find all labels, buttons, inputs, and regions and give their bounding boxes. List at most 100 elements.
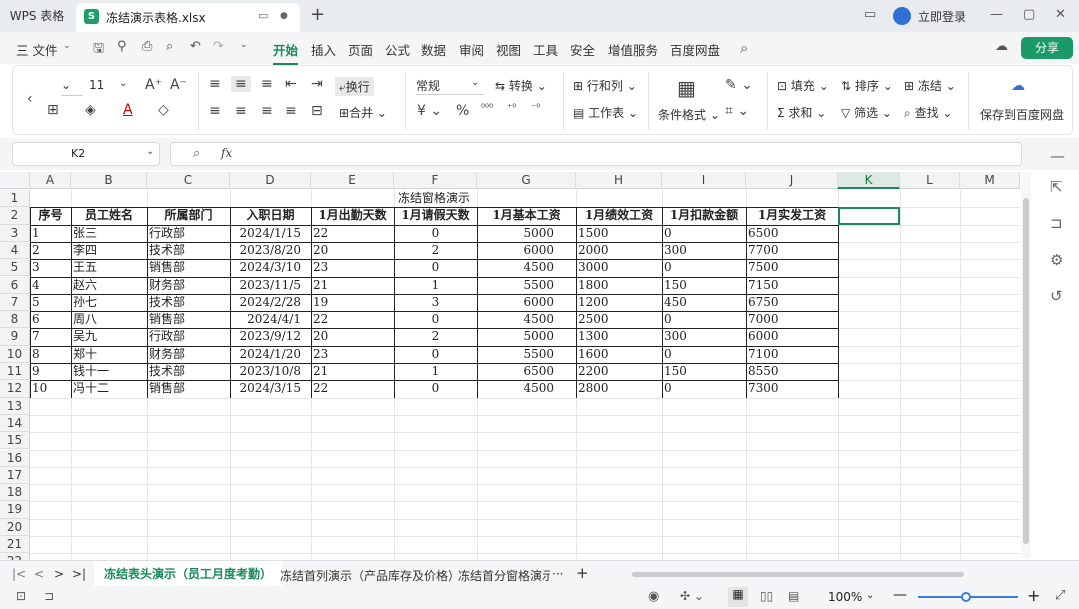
column-header[interactable]: F [394, 172, 477, 189]
sidebar-tool-icon[interactable]: ⊐ [1050, 214, 1063, 232]
find-button[interactable]: ⌕ 查找 ⌄ [904, 104, 952, 121]
table-cell[interactable]: 2 [394, 242, 477, 259]
row-header[interactable]: 8 [0, 311, 30, 329]
decimal-decrease-icon[interactable]: ⁻⁰ [531, 103, 540, 114]
table-cell[interactable]: 6000 [477, 294, 576, 311]
table-cell[interactable]: 7 [30, 328, 71, 345]
row-header[interactable]: 6 [0, 276, 30, 294]
table-cell[interactable]: 20 [311, 242, 394, 259]
table-cell[interactable]: 22 [311, 225, 394, 242]
table-cell[interactable]: 2024/2/28 [230, 294, 311, 311]
indent-decrease-icon[interactable]: ⇤ [285, 76, 297, 92]
scroll-thumb[interactable] [1023, 198, 1029, 544]
font-name-select[interactable]: ⌄ [61, 78, 83, 96]
chevron-left-icon[interactable]: ‹ [27, 91, 33, 107]
column-header[interactable]: G [477, 172, 576, 189]
table-cell[interactable]: 5500 [477, 277, 576, 294]
table-cell[interactable]: 1500 [576, 225, 662, 242]
avatar[interactable] [893, 7, 911, 25]
row-header[interactable]: 12 [0, 380, 30, 398]
table-cell[interactable]: 300 [662, 328, 746, 345]
table-cell[interactable]: 2024/1/15 [230, 225, 311, 242]
table-cell[interactable]: 2024/3/15 [230, 380, 311, 397]
table-cell[interactable]: 0 [394, 311, 477, 328]
column-header[interactable]: L [900, 172, 960, 189]
menu-value-added[interactable]: 增值服务 [608, 40, 658, 59]
save-icon[interactable]: 🖫 [93, 39, 104, 61]
table-cell[interactable]: 2 [394, 328, 477, 345]
table-header-cell[interactable]: 1月绩效工资 [576, 207, 662, 224]
zoom-level[interactable]: 100% [828, 590, 862, 604]
sidebar-collapse-icon[interactable]: — [1050, 147, 1065, 165]
vertical-scrollbar[interactable] [1021, 172, 1031, 558]
align-bottom-icon[interactable]: ≡ [261, 76, 273, 92]
column-header[interactable]: I [662, 172, 746, 189]
fx-icon[interactable]: fx [221, 146, 232, 160]
select-cursor-icon[interactable]: ⇱ [1050, 178, 1063, 196]
align-right-icon[interactable]: ≡ [261, 103, 273, 119]
table-cell[interactable]: 0 [662, 259, 746, 276]
column-header[interactable]: D [230, 172, 311, 189]
center-icon[interactable]: ✣ ⌄ [680, 589, 704, 603]
table-cell[interactable]: 6000 [746, 328, 838, 345]
freeze-button[interactable]: ⊞ 冻结 ⌄ [904, 77, 956, 94]
table-cell[interactable]: 技术部 [147, 363, 230, 380]
column-header[interactable]: A [30, 172, 71, 189]
table-header-cell[interactable]: 1月实发工资 [746, 207, 838, 224]
column-header[interactable]: B [71, 172, 147, 189]
row-header[interactable]: 14 [0, 414, 30, 433]
column-header[interactable]: M [960, 172, 1020, 189]
cell-size-icon[interactable]: ⌗ ⌄ [725, 103, 749, 119]
table-cell[interactable]: 0 [662, 225, 746, 242]
table-cell[interactable]: 8 [30, 346, 71, 363]
table-cell[interactable]: 1600 [576, 346, 662, 363]
table-cell[interactable]: 张三 [71, 225, 147, 242]
table-header-cell[interactable]: 入职日期 [230, 207, 311, 224]
sheet-title-cell[interactable]: 冻结窗格演示 [30, 190, 838, 207]
table-cell[interactable]: 7150 [746, 277, 838, 294]
menu-insert[interactable]: 插入 [311, 40, 336, 59]
prev-sheet-icon[interactable]: < [34, 567, 44, 581]
page-icon[interactable]: ⊐ [44, 589, 54, 603]
table-header-cell[interactable]: 序号 [30, 207, 71, 224]
table-cell[interactable]: 19 [311, 294, 394, 311]
table-cell[interactable]: 23 [311, 346, 394, 363]
table-cell[interactable]: 6000 [477, 242, 576, 259]
menu-view[interactable]: 视图 [496, 40, 521, 59]
row-header[interactable]: 11 [0, 363, 30, 381]
decimal-increase-icon[interactable]: ⁺⁰ [507, 103, 516, 114]
table-cell[interactable]: 2000 [576, 242, 662, 259]
style-icon[interactable]: ✎ ⌄ [725, 77, 753, 93]
table-cell[interactable]: 5000 [477, 328, 576, 345]
table-cell[interactable]: 5 [30, 294, 71, 311]
sheet-tab-2[interactable]: 冻结首列演示（产品库存及价格） [280, 567, 460, 584]
row-header[interactable]: 22 [0, 553, 30, 560]
row-header[interactable]: 3 [0, 224, 30, 242]
undo-icon[interactable]: ↶ [190, 39, 201, 54]
table-cell[interactable]: 7500 [746, 259, 838, 276]
menu-home[interactable]: 开始 [273, 40, 299, 65]
table-cell[interactable]: 8550 [746, 363, 838, 380]
table-cell[interactable]: 7700 [746, 242, 838, 259]
table-cell[interactable]: 0 [394, 346, 477, 363]
zoom-out-button[interactable]: — [893, 587, 907, 603]
login-link[interactable]: 立即登录 [918, 8, 966, 25]
font-increase-icon[interactable]: A⁺ [145, 77, 162, 93]
search-icon[interactable]: ⌕ [740, 39, 748, 57]
zoom-in-button[interactable]: + [1027, 586, 1040, 605]
table-cell[interactable]: 300 [662, 242, 746, 259]
page-layout-icon[interactable]: ▯▯ [760, 589, 773, 603]
menu-file[interactable]: 三 文件 [16, 40, 57, 59]
table-cell[interactable]: 2500 [576, 311, 662, 328]
align-top-icon[interactable]: ≡ [209, 76, 221, 92]
eye-icon[interactable]: ◉ [648, 589, 659, 604]
chevron-down-icon[interactable]: ⌄ [866, 590, 874, 601]
table-cell[interactable]: 钱十一 [71, 363, 147, 380]
font-color-icon[interactable]: A [123, 102, 133, 118]
redo-icon[interactable]: ↷ [213, 39, 224, 54]
table-header-cell[interactable]: 1月扣款金额 [662, 207, 746, 224]
sort-button[interactable]: ⇅ 排序 ⌄ [841, 77, 893, 94]
table-cell[interactable]: 行政部 [147, 328, 230, 345]
new-tab-button[interactable]: + [310, 4, 325, 25]
convert-button[interactable]: ⇆ 转换 ⌄ [495, 77, 547, 94]
